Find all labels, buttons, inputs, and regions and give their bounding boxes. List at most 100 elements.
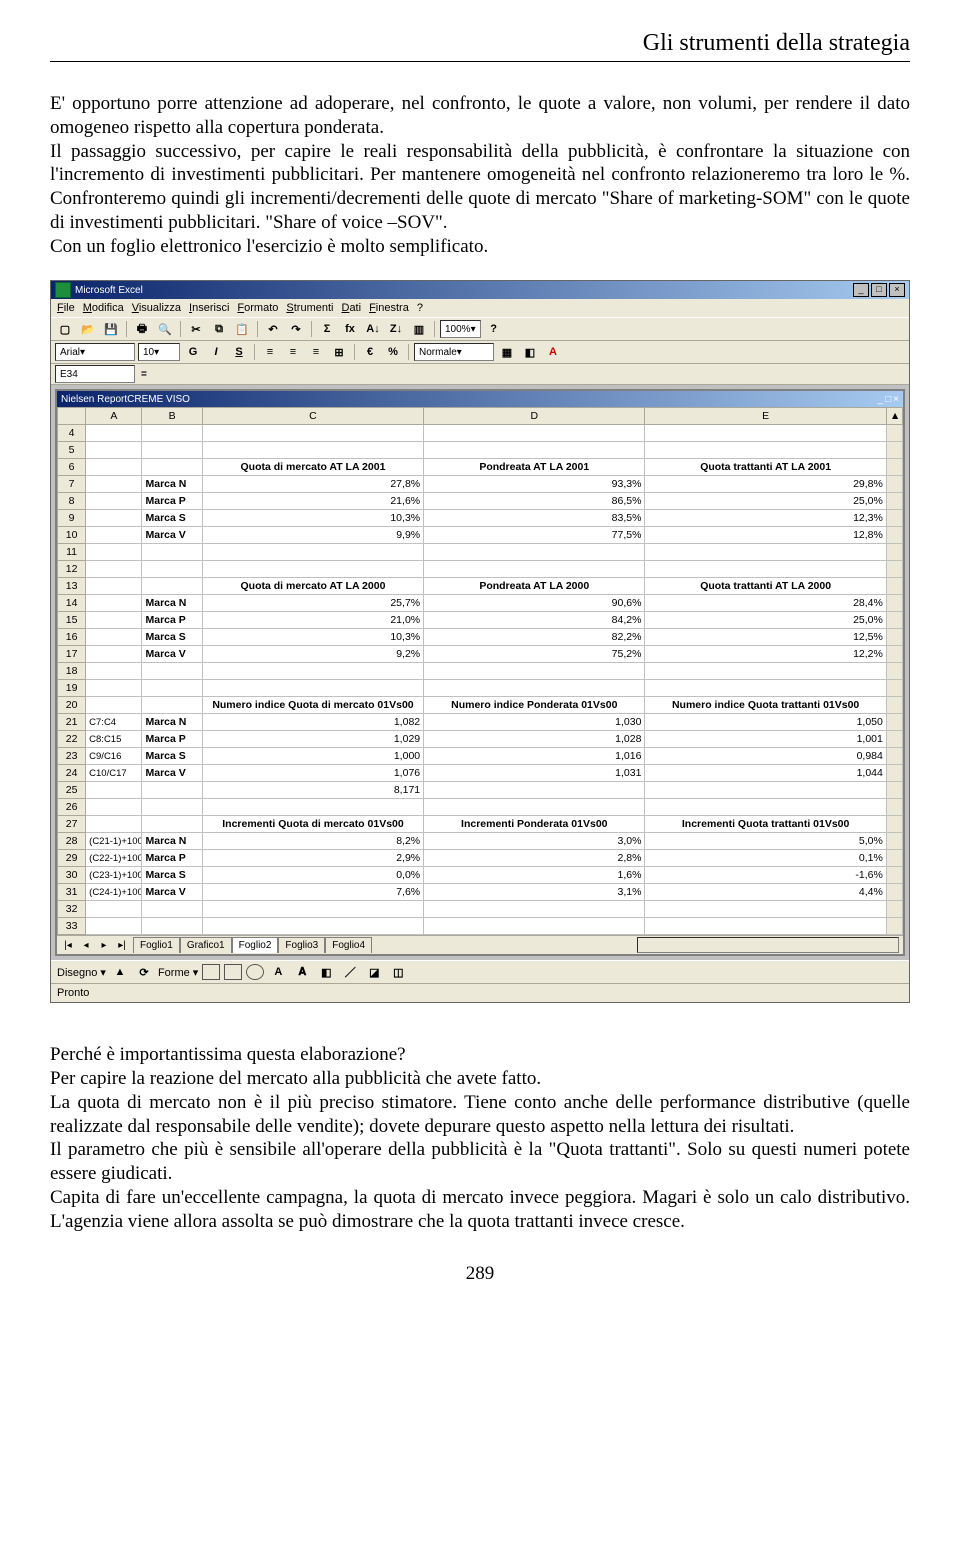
cell[interactable]: 1,030 xyxy=(424,714,645,731)
col-header[interactable]: C xyxy=(202,408,423,425)
cell[interactable]: 1,016 xyxy=(424,748,645,765)
cell[interactable]: (C22-1)+100 xyxy=(86,850,142,867)
select-all-corner[interactable] xyxy=(58,408,86,425)
row-header[interactable]: 30 xyxy=(58,867,86,884)
fill-color-icon[interactable]: ◧ xyxy=(520,342,540,362)
autosum-icon[interactable]: Σ xyxy=(317,319,337,339)
row-header[interactable]: 25 xyxy=(58,782,86,799)
cell[interactable]: Marca P xyxy=(142,850,202,867)
menu-item[interactable]: Finestra xyxy=(369,302,409,314)
cell[interactable]: Pondreata AT LA 2000 xyxy=(424,578,645,595)
cell[interactable]: Incrementi Ponderata 01Vs00 xyxy=(424,816,645,833)
book-maximize-button[interactable]: □ xyxy=(885,394,891,405)
cell[interactable]: 25,0% xyxy=(645,493,886,510)
row-header[interactable]: 32 xyxy=(58,901,86,918)
maximize-button[interactable]: □ xyxy=(871,283,887,297)
cell[interactable]: 0,1% xyxy=(645,850,886,867)
cell[interactable]: 5,0% xyxy=(645,833,886,850)
cell[interactable]: 86,5% xyxy=(424,493,645,510)
cell[interactable]: 1,001 xyxy=(645,731,886,748)
help-icon[interactable]: ? xyxy=(484,319,504,339)
cell[interactable]: Marca N xyxy=(142,714,202,731)
cell[interactable]: 90,6% xyxy=(424,595,645,612)
sheet-tab[interactable]: Foglio2 xyxy=(232,937,279,953)
row-header[interactable]: 24 xyxy=(58,765,86,782)
col-header[interactable]: D xyxy=(424,408,645,425)
cell[interactable]: C7:C4 xyxy=(86,714,142,731)
cell[interactable]: Pondreata AT LA 2001 xyxy=(424,459,645,476)
row-header[interactable]: 10 xyxy=(58,527,86,544)
horizontal-scrollbar[interactable] xyxy=(637,937,899,953)
cell[interactable]: 29,8% xyxy=(645,476,886,493)
cell[interactable] xyxy=(424,782,645,799)
cell[interactable]: Marca P xyxy=(142,493,202,510)
cell[interactable]: Quota trattanti AT LA 2000 xyxy=(645,578,886,595)
cell[interactable]: 1,6% xyxy=(424,867,645,884)
cell[interactable]: Marca V xyxy=(142,765,202,782)
cell[interactable]: C9/C16 xyxy=(86,748,142,765)
minimize-button[interactable]: _ xyxy=(853,283,869,297)
cell[interactable]: 1,029 xyxy=(202,731,423,748)
col-header[interactable]: A xyxy=(86,408,142,425)
row-header[interactable]: 17 xyxy=(58,646,86,663)
cell[interactable]: 12,8% xyxy=(645,527,886,544)
cell[interactable]: 7,6% xyxy=(202,884,423,901)
close-button[interactable]: × xyxy=(889,283,905,297)
underline-icon[interactable]: S xyxy=(229,342,249,362)
cell[interactable]: Marca S xyxy=(142,510,202,527)
cell[interactable]: Marca V xyxy=(142,646,202,663)
cell[interactable]: Quota di mercato AT LA 2001 xyxy=(202,459,423,476)
row-header[interactable]: 23 xyxy=(58,748,86,765)
cell[interactable]: 3,0% xyxy=(424,833,645,850)
autoshapes-menu[interactable]: Forme ▾ xyxy=(158,966,198,979)
tab-nav-prev[interactable]: ◂ xyxy=(79,940,93,951)
col-header[interactable]: B xyxy=(142,408,202,425)
align-center-icon[interactable]: ≡ xyxy=(283,342,303,362)
copy-icon[interactable]: ⧉ xyxy=(209,319,229,339)
cell[interactable]: 9,2% xyxy=(202,646,423,663)
cell[interactable]: 84,2% xyxy=(424,612,645,629)
cell[interactable] xyxy=(86,527,142,544)
cell[interactable]: 93,3% xyxy=(424,476,645,493)
tab-nav-next[interactable]: ▸ xyxy=(97,940,111,951)
row-header[interactable]: 15 xyxy=(58,612,86,629)
cell[interactable]: Marca N xyxy=(142,595,202,612)
menu-item[interactable]: Formato xyxy=(237,302,278,314)
save-icon[interactable]: 💾 xyxy=(101,319,121,339)
row-header[interactable]: 9 xyxy=(58,510,86,527)
cell[interactable]: Marca N xyxy=(142,476,202,493)
row-header[interactable]: 18 xyxy=(58,663,86,680)
cell[interactable]: C10/C17 xyxy=(86,765,142,782)
row-header[interactable]: 16 xyxy=(58,629,86,646)
draw-menu[interactable]: Disegno ▾ xyxy=(57,966,106,979)
row-header[interactable]: 13 xyxy=(58,578,86,595)
font-size-field[interactable]: 10 ▾ xyxy=(138,343,180,361)
cell[interactable]: 25,0% xyxy=(645,612,886,629)
col-header[interactable]: E xyxy=(645,408,886,425)
spreadsheet-grid[interactable]: A B C D E ▲ 456Quota di mercato AT LA 20… xyxy=(57,407,903,935)
line-icon[interactable] xyxy=(202,964,220,980)
cell[interactable]: 27,8% xyxy=(202,476,423,493)
row-header[interactable]: 31 xyxy=(58,884,86,901)
cell[interactable]: -1,6% xyxy=(645,867,886,884)
cell[interactable]: (C24-1)+100 xyxy=(86,884,142,901)
sort-asc-icon[interactable]: A↓ xyxy=(363,319,383,339)
cell[interactable]: 28,4% xyxy=(645,595,886,612)
cell[interactable]: 1,000 xyxy=(202,748,423,765)
italic-icon[interactable]: I xyxy=(206,342,226,362)
menu-item[interactable]: Inserisci xyxy=(189,302,229,314)
row-header[interactable]: 14 xyxy=(58,595,86,612)
textbox-icon[interactable]: A xyxy=(268,962,288,982)
cell[interactable]: 25,7% xyxy=(202,595,423,612)
cell[interactable]: 9,9% xyxy=(202,527,423,544)
row-header[interactable]: 33 xyxy=(58,918,86,935)
undo-icon[interactable]: ↶ xyxy=(263,319,283,339)
cell[interactable] xyxy=(86,646,142,663)
cell[interactable]: (C21-1)+100 xyxy=(86,833,142,850)
row-header[interactable]: 29 xyxy=(58,850,86,867)
cell[interactable]: Marca S xyxy=(142,867,202,884)
shadow-icon[interactable]: ◪ xyxy=(364,962,384,982)
tab-nav-first[interactable]: |◂ xyxy=(61,940,75,951)
row-header[interactable]: 27 xyxy=(58,816,86,833)
3d-icon[interactable]: ◫ xyxy=(388,962,408,982)
